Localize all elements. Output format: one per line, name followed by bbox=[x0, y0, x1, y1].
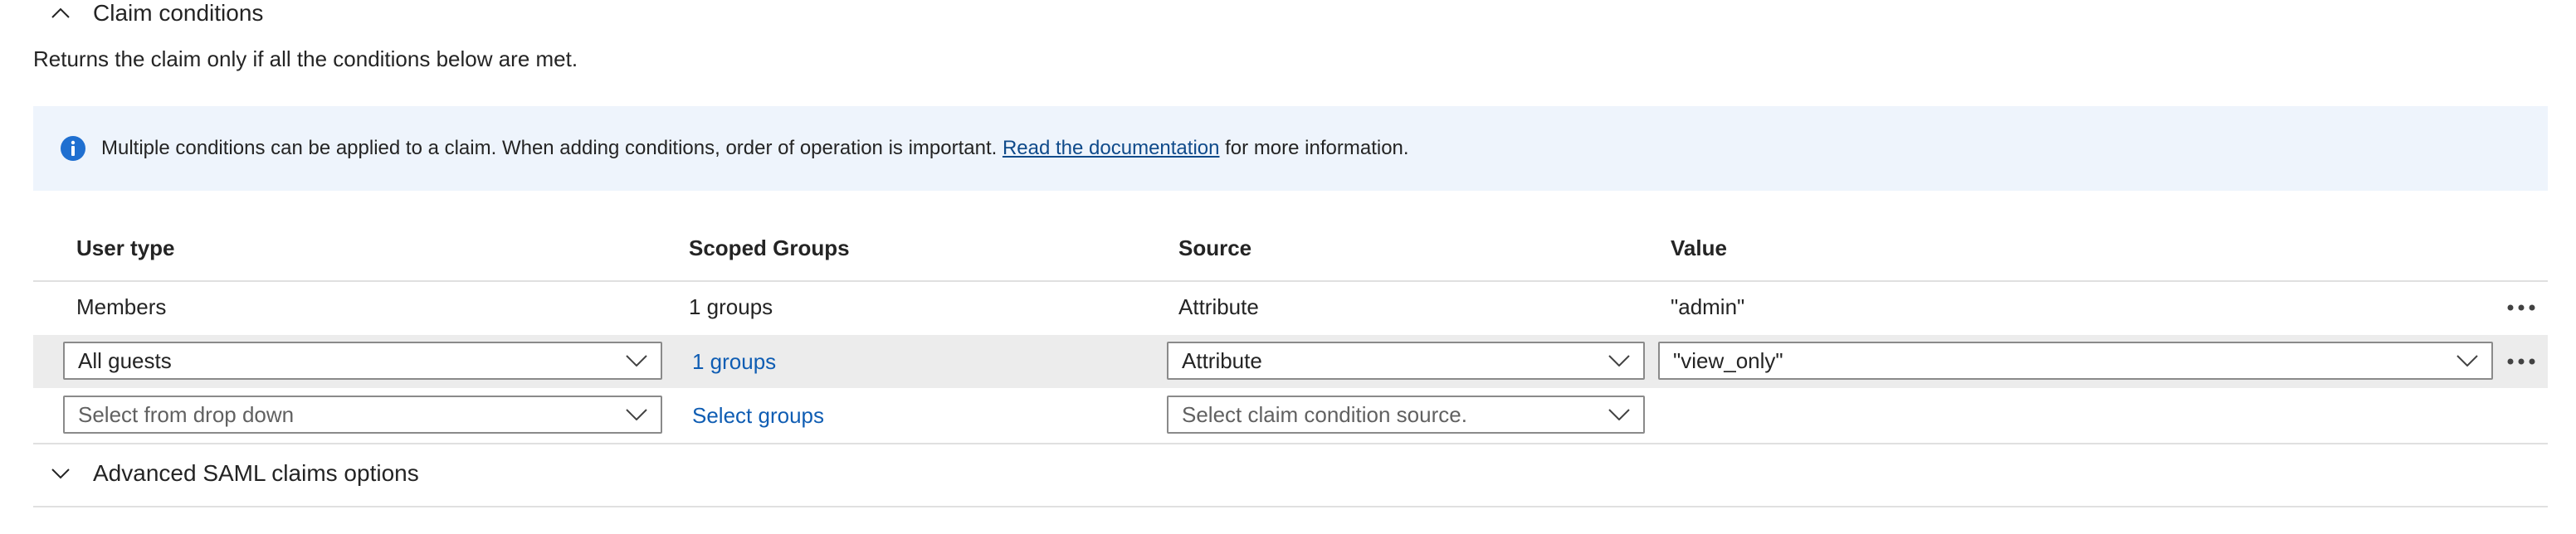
row3-user-type-placeholder: Select from drop down bbox=[78, 401, 295, 427]
chevron-down-icon bbox=[626, 355, 647, 367]
info-text: Multiple conditions can be applied to a … bbox=[101, 137, 1409, 159]
row1-value: "admin" bbox=[1671, 294, 1745, 319]
chevron-down-icon bbox=[1608, 355, 1630, 367]
table-divider bbox=[33, 280, 2548, 282]
chevron-down-icon bbox=[626, 409, 647, 420]
more-icon[interactable] bbox=[2506, 303, 2536, 312]
chevron-down-icon bbox=[51, 468, 70, 479]
column-header-source: Source bbox=[1178, 235, 1252, 260]
row2-user-type-select[interactable]: All guests bbox=[63, 342, 662, 380]
row3-user-type-select[interactable]: Select from drop down bbox=[63, 396, 662, 434]
advanced-saml-toggle[interactable]: Advanced SAML claims options bbox=[51, 460, 419, 487]
table-bottom-divider bbox=[33, 443, 2548, 444]
select-groups-link[interactable]: Select groups bbox=[692, 403, 824, 429]
row2-value-value: "view_only" bbox=[1673, 347, 1783, 373]
read-documentation-link[interactable]: Read the documentation bbox=[1003, 137, 1220, 159]
row2-source-value: Attribute bbox=[1182, 347, 1262, 373]
row2-scoped-groups-link[interactable]: 1 groups bbox=[692, 349, 776, 375]
row2-user-type-value: All guests bbox=[78, 347, 172, 373]
advanced-saml-title: Advanced SAML claims options bbox=[93, 460, 419, 486]
column-header-user-type: User type bbox=[76, 235, 175, 260]
row1-user-type: Members bbox=[76, 294, 167, 319]
info-icon bbox=[61, 136, 85, 161]
info-banner: Multiple conditions can be applied to a … bbox=[33, 106, 2548, 191]
row2-source-select[interactable]: Attribute bbox=[1167, 342, 1645, 380]
row3-source-placeholder: Select claim condition source. bbox=[1182, 401, 1467, 427]
advanced-divider bbox=[33, 506, 2548, 507]
row3-source-select[interactable]: Select claim condition source. bbox=[1167, 396, 1645, 434]
row1-scoped-groups: 1 groups bbox=[689, 294, 773, 319]
chevron-down-icon bbox=[1608, 409, 1630, 420]
claim-conditions-description: Returns the claim only if all the condit… bbox=[33, 46, 578, 71]
more-icon[interactable] bbox=[2506, 357, 2536, 366]
claim-conditions-title: Claim conditions bbox=[93, 0, 264, 26]
chevron-up-icon bbox=[51, 7, 70, 18]
row1-source: Attribute bbox=[1178, 294, 1259, 319]
chevron-down-icon bbox=[2456, 355, 2478, 367]
claim-conditions-toggle[interactable]: Claim conditions bbox=[51, 0, 263, 27]
column-header-scoped-groups: Scoped Groups bbox=[689, 235, 850, 260]
row2-value-select[interactable]: "view_only" bbox=[1658, 342, 2493, 380]
column-header-value: Value bbox=[1671, 235, 1727, 260]
